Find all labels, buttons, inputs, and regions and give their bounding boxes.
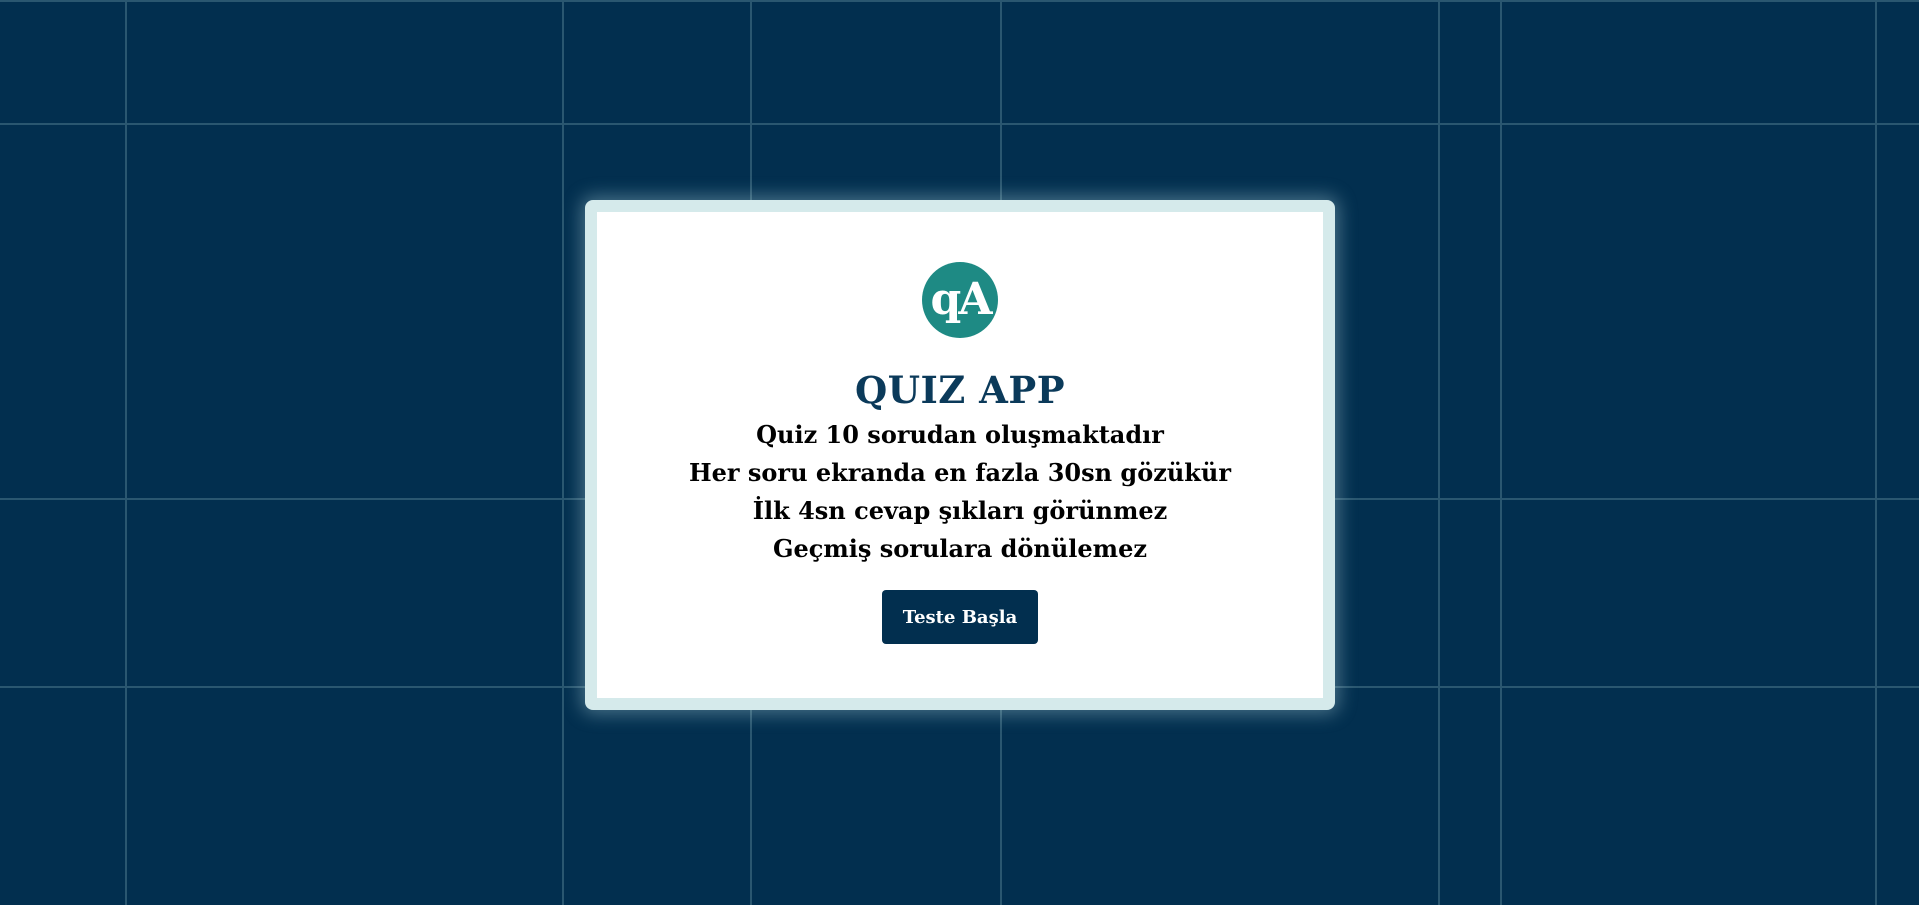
grid-line [1875,0,1877,905]
grid-line [562,0,564,905]
rule-item: Her soru ekranda en fazla 30sn gözükür [688,458,1232,488]
rule-item: Quiz 10 sorudan oluşmaktadır [756,420,1164,450]
logo-text: qA [930,274,993,325]
grid-line [1438,0,1440,905]
rule-item: İlk 4sn cevap şıkları görünmez [752,496,1168,526]
page-title: QUIZ APP [854,368,1066,412]
start-quiz-button[interactable]: Teste Başla [882,590,1038,645]
quiz-logo: qA [922,262,998,338]
quiz-intro-card: qA QUIZ APP Quiz 10 sorudan oluşmaktadır… [585,200,1335,710]
quiz-intro-content: qA QUIZ APP Quiz 10 sorudan oluşmaktadır… [597,212,1323,698]
grid-line [0,123,1919,125]
grid-line [1500,0,1502,905]
grid-line [125,0,127,905]
rules-list: Quiz 10 sorudan oluşmaktadır Her soru ek… [689,416,1231,568]
rule-item: Geçmiş sorulara dönülemez [773,534,1147,564]
grid-line [0,0,1919,2]
